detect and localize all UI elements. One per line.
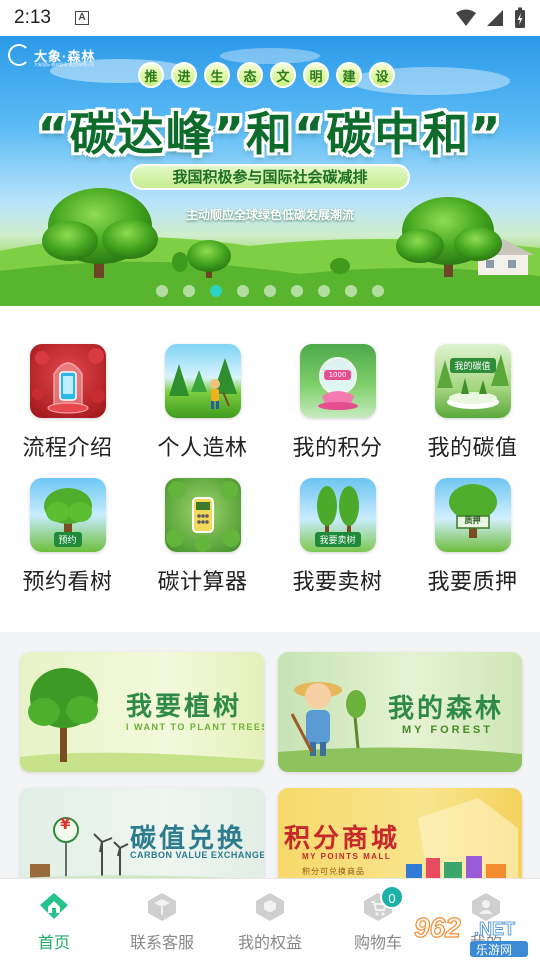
- cart-icon: 0: [362, 885, 404, 923]
- battery-charging-icon: [515, 7, 525, 28]
- points-badge: 1000: [323, 370, 352, 380]
- service-label: 预约看树: [22, 570, 113, 595]
- appointment-badge: 预约: [53, 532, 82, 547]
- mall-card-title: 积分商城: [284, 824, 401, 854]
- promo-banner[interactable]: 大象·森林 大象国际·森林管理(集团)有限公司 推 进 生 态 文 明 建 设 …: [0, 36, 540, 306]
- sell-trees-icon: 我要卖树: [299, 478, 376, 552]
- banner-title: “碳达峰”和“碳中和”: [37, 107, 503, 161]
- signal-icon: [487, 10, 503, 26]
- carbon-badge: 我的碳值: [449, 358, 496, 373]
- slogan-row: 推 进 生 态 文 明 建 设: [138, 62, 395, 88]
- yuan-coin-icon: ¥: [60, 815, 71, 833]
- brand-company: 大象国际·森林管理(集团)有限公司: [34, 62, 95, 67]
- service-pledge[interactable]: 质押 我要质押: [405, 478, 540, 598]
- service-label: 碳计算器: [157, 570, 248, 595]
- service-sell-trees[interactable]: 我要卖树 我要卖树: [270, 478, 405, 598]
- service-carbon-calculator[interactable]: 碳计算器: [135, 478, 270, 598]
- carbon-card-subtitle: CARBON VALUE EXCHANGE: [130, 850, 264, 860]
- service-personal-afforestation[interactable]: 个人造林: [135, 344, 270, 464]
- svg-text:.NET: .NET: [474, 919, 515, 939]
- watermark-text: 962: [414, 912, 461, 943]
- carousel-dots: [156, 285, 384, 297]
- banner-subtitle: 主动顺应全球绿色低碳发展潮流: [185, 208, 354, 222]
- carousel-dot[interactable]: [156, 285, 168, 297]
- my-forest-card[interactable]: 我的森林 MY FOREST: [278, 652, 522, 772]
- service-my-carbon-value[interactable]: 我的碳值 我的碳值: [405, 344, 540, 464]
- pledge-badge: 质押: [464, 516, 481, 525]
- service-my-points[interactable]: 1000 我的积分: [270, 344, 405, 464]
- sell-badge: 我要卖树: [314, 532, 361, 547]
- carousel-dot[interactable]: [318, 285, 330, 297]
- service-tree-appointment[interactable]: 预约 预约看树: [0, 478, 135, 598]
- plant-card-subtitle: I WANT TO PLANT TREES: [126, 722, 264, 732]
- rights-shield-icon: [254, 891, 286, 923]
- carousel-dot[interactable]: [210, 285, 222, 297]
- site-watermark: 962 .NET 乐游网: [400, 905, 540, 960]
- phone-in-dome-icon: [29, 344, 106, 418]
- status-time: 2:13: [14, 7, 51, 28]
- carousel-dot[interactable]: [372, 285, 384, 297]
- pledge-tree-icon: 质押: [434, 478, 511, 552]
- slogan-char: 生: [204, 62, 230, 88]
- slogan-char: 建: [336, 62, 362, 88]
- app-screen: 2:13 A 大象·森林 大象国际·森林管理(集团)有限公司 推 进 生 态 文…: [0, 0, 540, 960]
- mall-card-subtitle: MY POINTS MALL: [302, 852, 392, 861]
- slogan-char: 明: [303, 62, 329, 88]
- service-cube-icon: [146, 891, 178, 923]
- slogan-char: 设: [369, 62, 395, 88]
- carousel-dot[interactable]: [291, 285, 303, 297]
- carousel-dot[interactable]: [183, 285, 195, 297]
- banner-pill: 我国积极参与国际社会碳减排: [130, 164, 410, 190]
- carousel-dot[interactable]: [345, 285, 357, 297]
- carousel-dot[interactable]: [264, 285, 276, 297]
- nav-customer-service[interactable]: 联系客服: [108, 879, 216, 960]
- brand-mark-icon: [8, 44, 30, 66]
- calculator-trees-icon: [164, 478, 241, 552]
- nav-home[interactable]: 首页: [0, 879, 108, 960]
- nav-label: 购物车: [353, 933, 402, 952]
- service-label: 我要卖树: [292, 570, 383, 595]
- plant-trees-card[interactable]: 我要植树 I WANT TO PLANT TREES: [20, 652, 264, 772]
- plant-card-title: 我要植树: [126, 692, 243, 722]
- wifi-icon: [456, 9, 476, 26]
- nav-my-rights[interactable]: 我的权益: [216, 879, 324, 960]
- service-label: 个人造林: [157, 436, 248, 461]
- status-bar: 2:13 A: [0, 0, 540, 36]
- slogan-char: 推: [138, 62, 164, 88]
- mall-card-note: 积分可兑换商品: [302, 867, 365, 876]
- status-icons: [456, 7, 526, 29]
- service-label: 我的积分: [292, 436, 383, 461]
- carousel-dot[interactable]: [237, 285, 249, 297]
- carbon-value-podium-icon: 我的碳值: [434, 344, 511, 418]
- points-globe-icon: 1000: [299, 344, 376, 418]
- watermark-sub: 乐游网: [476, 943, 512, 957]
- nav-label: 我的权益: [237, 933, 302, 952]
- service-label: 流程介绍: [22, 436, 113, 461]
- slogan-char: 进: [171, 62, 197, 88]
- nav-label: 联系客服: [129, 933, 194, 952]
- slogan-char: 文: [270, 62, 296, 88]
- forest-card-title: 我的森林: [388, 694, 505, 724]
- home-icon: [38, 891, 70, 923]
- feature-cards: 我要植树 I WANT TO PLANT TREES 我的森林 MY FORES…: [0, 632, 540, 908]
- nav-label: 首页: [37, 933, 70, 952]
- planting-person-icon: [164, 344, 241, 418]
- service-label: 我的碳值: [427, 436, 518, 461]
- slogan-char: 态: [237, 62, 263, 88]
- service-process-intro[interactable]: 流程介绍: [0, 344, 135, 464]
- service-label: 我要质押: [427, 570, 518, 595]
- tree-appointment-icon: 预约: [29, 478, 106, 552]
- forest-card-subtitle: MY FOREST: [402, 724, 493, 736]
- services-grid: 流程介绍 个人造林 1000 我的积分 我的碳值 我的碳值 预约 预约看树 碳计…: [0, 306, 540, 632]
- notification-a-icon: A: [74, 11, 89, 25]
